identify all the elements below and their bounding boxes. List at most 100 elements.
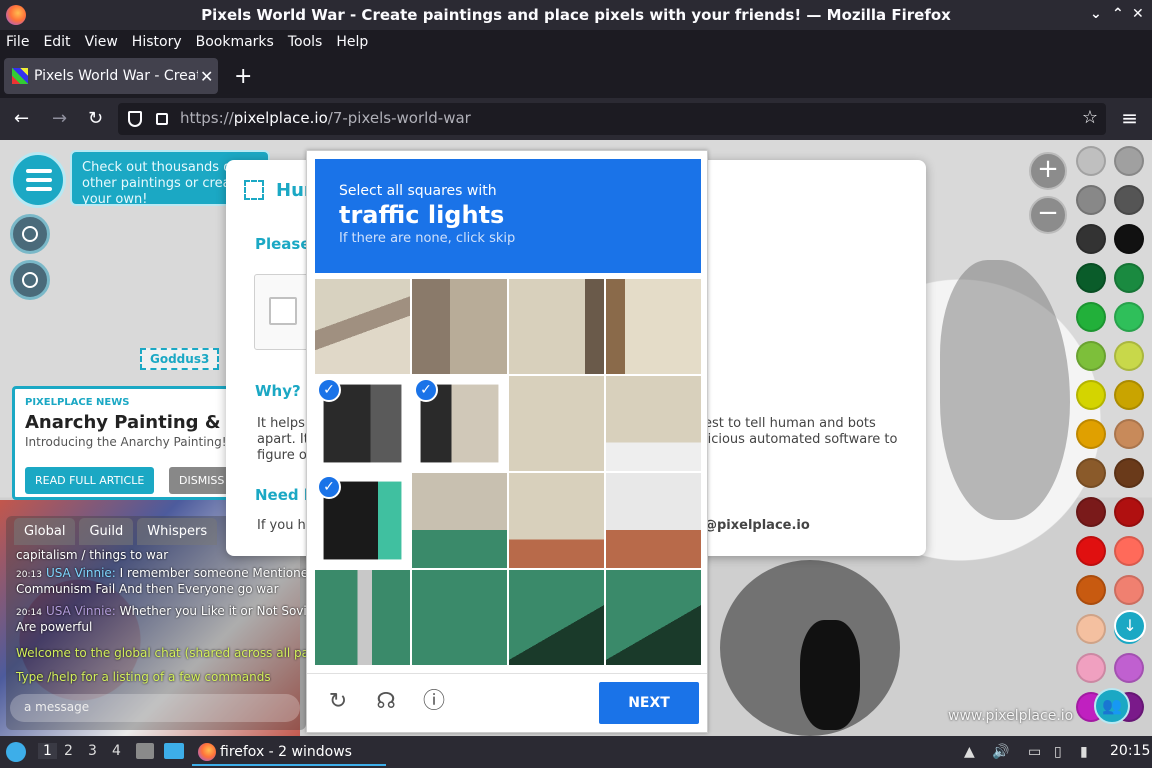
workspace-1[interactable]: 1	[38, 743, 57, 759]
color-swatch[interactable]	[1114, 146, 1144, 176]
captcha-widget[interactable]	[254, 274, 310, 350]
color-swatch[interactable]	[1076, 536, 1106, 566]
tab-pixelplace[interactable]: Pixels World War - Create paintings and …	[4, 58, 218, 94]
captcha-tile[interactable]	[412, 473, 507, 568]
captcha-tile[interactable]	[606, 279, 701, 374]
tracking-shield-icon[interactable]	[128, 111, 142, 127]
users-icon[interactable]: 👥	[1094, 688, 1130, 724]
captcha-tile[interactable]	[509, 570, 604, 665]
chat-input[interactable]: a message	[10, 694, 300, 722]
menu-help[interactable]: Help	[336, 34, 368, 50]
captcha-tile[interactable]	[509, 376, 604, 471]
reload-button[interactable]: ↻	[88, 108, 103, 129]
captcha-checkbox[interactable]	[269, 297, 297, 325]
read-article-button[interactable]: READ FULL ARTICLE	[25, 467, 155, 494]
url-bar[interactable]: https://pixelplace.io/7-pixels-world-war…	[118, 103, 1106, 135]
new-tab-button[interactable]: +	[234, 64, 252, 89]
audio-challenge-icon[interactable]: ☊	[373, 689, 399, 715]
clipboard-icon[interactable]: ▯	[1054, 744, 1062, 760]
back-button[interactable]: ←	[14, 108, 29, 129]
workspace-2[interactable]: 2	[64, 743, 73, 759]
color-swatch[interactable]	[1076, 458, 1106, 488]
forward-button[interactable]: →	[52, 108, 67, 129]
color-swatch[interactable]	[1114, 653, 1144, 683]
color-swatch[interactable]	[1114, 575, 1144, 605]
color-swatch[interactable]	[1076, 380, 1106, 410]
bookmark-star-icon[interactable]: ☆	[1082, 107, 1098, 128]
captcha-tile[interactable]	[606, 376, 701, 471]
tab-close-icon[interactable]: ✕	[200, 67, 213, 86]
color-swatch[interactable]	[1076, 146, 1106, 176]
color-swatch[interactable]	[1114, 380, 1144, 410]
chat-tab-whispers[interactable]: Whispers	[137, 518, 218, 545]
info-icon[interactable]: ⓘ	[421, 689, 447, 715]
color-swatch[interactable]	[1076, 185, 1106, 215]
download-icon[interactable]: ↓	[1114, 610, 1146, 642]
radiation-button[interactable]	[10, 260, 50, 300]
file-manager-icon[interactable]	[136, 743, 154, 759]
captcha-tile[interactable]	[412, 570, 507, 665]
color-swatch[interactable]	[1114, 185, 1144, 215]
menu-tools[interactable]: Tools	[288, 34, 323, 50]
display-icon[interactable]: ▭	[1028, 744, 1041, 760]
pixelplace-canvas[interactable]: Check out thousands of other paintings o…	[0, 140, 1152, 736]
zoom-in-button[interactable]: +	[1029, 152, 1067, 190]
menu-history[interactable]: History	[132, 34, 182, 50]
zoom-out-button[interactable]: −	[1029, 196, 1067, 234]
next-button[interactable]: NEXT	[599, 682, 699, 724]
color-swatch[interactable]	[1076, 302, 1106, 332]
captcha-tile-selected[interactable]: ✓	[315, 376, 410, 471]
minimize-button[interactable]: ⌄	[1090, 6, 1102, 22]
color-swatch[interactable]	[1114, 419, 1144, 449]
captcha-tile[interactable]	[412, 279, 507, 374]
url-text[interactable]: https://pixelplace.io/7-pixels-world-war	[180, 109, 471, 127]
color-swatch[interactable]	[1076, 575, 1106, 605]
captcha-tile[interactable]	[509, 279, 604, 374]
workspace-3[interactable]: 3	[88, 743, 97, 759]
maximize-button[interactable]: ⌃	[1112, 6, 1124, 22]
captcha-tile[interactable]	[315, 279, 410, 374]
captcha-tile[interactable]	[606, 570, 701, 665]
color-swatch[interactable]	[1076, 263, 1106, 293]
network-icon[interactable]: ▮	[1080, 744, 1088, 760]
menu-edit[interactable]: Edit	[43, 34, 70, 50]
volume-icon[interactable]: 🔊	[992, 744, 1009, 760]
menu-view[interactable]: View	[85, 34, 118, 50]
color-swatch[interactable]	[1114, 263, 1144, 293]
close-window-button[interactable]: ✕	[1132, 6, 1144, 22]
color-swatch[interactable]	[1076, 497, 1106, 527]
toggle-icon	[22, 226, 38, 242]
start-menu-icon[interactable]	[6, 742, 26, 762]
workspace-4[interactable]: 4	[112, 743, 121, 759]
reload-challenge-icon[interactable]: ↻	[325, 689, 351, 715]
color-swatch[interactable]	[1114, 302, 1144, 332]
color-swatch[interactable]	[1114, 497, 1144, 527]
captcha-tile[interactable]	[606, 473, 701, 568]
app-menu-button[interactable]: ≡	[1121, 106, 1138, 130]
menu-bookmarks[interactable]: Bookmarks	[196, 34, 274, 50]
color-swatch[interactable]	[1114, 341, 1144, 371]
chat-tab-global[interactable]: Global	[14, 518, 76, 545]
color-swatch[interactable]	[1076, 419, 1106, 449]
lock-icon[interactable]	[156, 113, 168, 125]
dialog-email[interactable]: @pixelplace.io	[704, 518, 810, 533]
menu-file[interactable]: File	[6, 34, 29, 50]
captcha-tile-selected[interactable]: ✓	[412, 376, 507, 471]
captcha-tile[interactable]	[315, 570, 410, 665]
color-swatch[interactable]	[1076, 653, 1106, 683]
color-swatch[interactable]	[1076, 224, 1106, 254]
toggle-settings-button[interactable]	[10, 214, 50, 254]
terminal-icon[interactable]	[164, 743, 184, 759]
taskbar-firefox[interactable]: firefox - 2 windows	[192, 740, 386, 766]
color-swatch[interactable]	[1076, 341, 1106, 371]
tray-upload-icon[interactable]: ▲	[964, 744, 975, 760]
dismiss-button[interactable]: DISMISS	[169, 467, 235, 494]
captcha-tile[interactable]	[509, 473, 604, 568]
color-swatch[interactable]	[1114, 224, 1144, 254]
main-menu-button[interactable]	[10, 152, 66, 208]
color-swatch[interactable]	[1076, 614, 1106, 644]
chat-tab-guild[interactable]: Guild	[79, 518, 134, 545]
color-swatch[interactable]	[1114, 458, 1144, 488]
color-swatch[interactable]	[1114, 536, 1144, 566]
captcha-tile-selected[interactable]: ✓	[315, 473, 410, 568]
